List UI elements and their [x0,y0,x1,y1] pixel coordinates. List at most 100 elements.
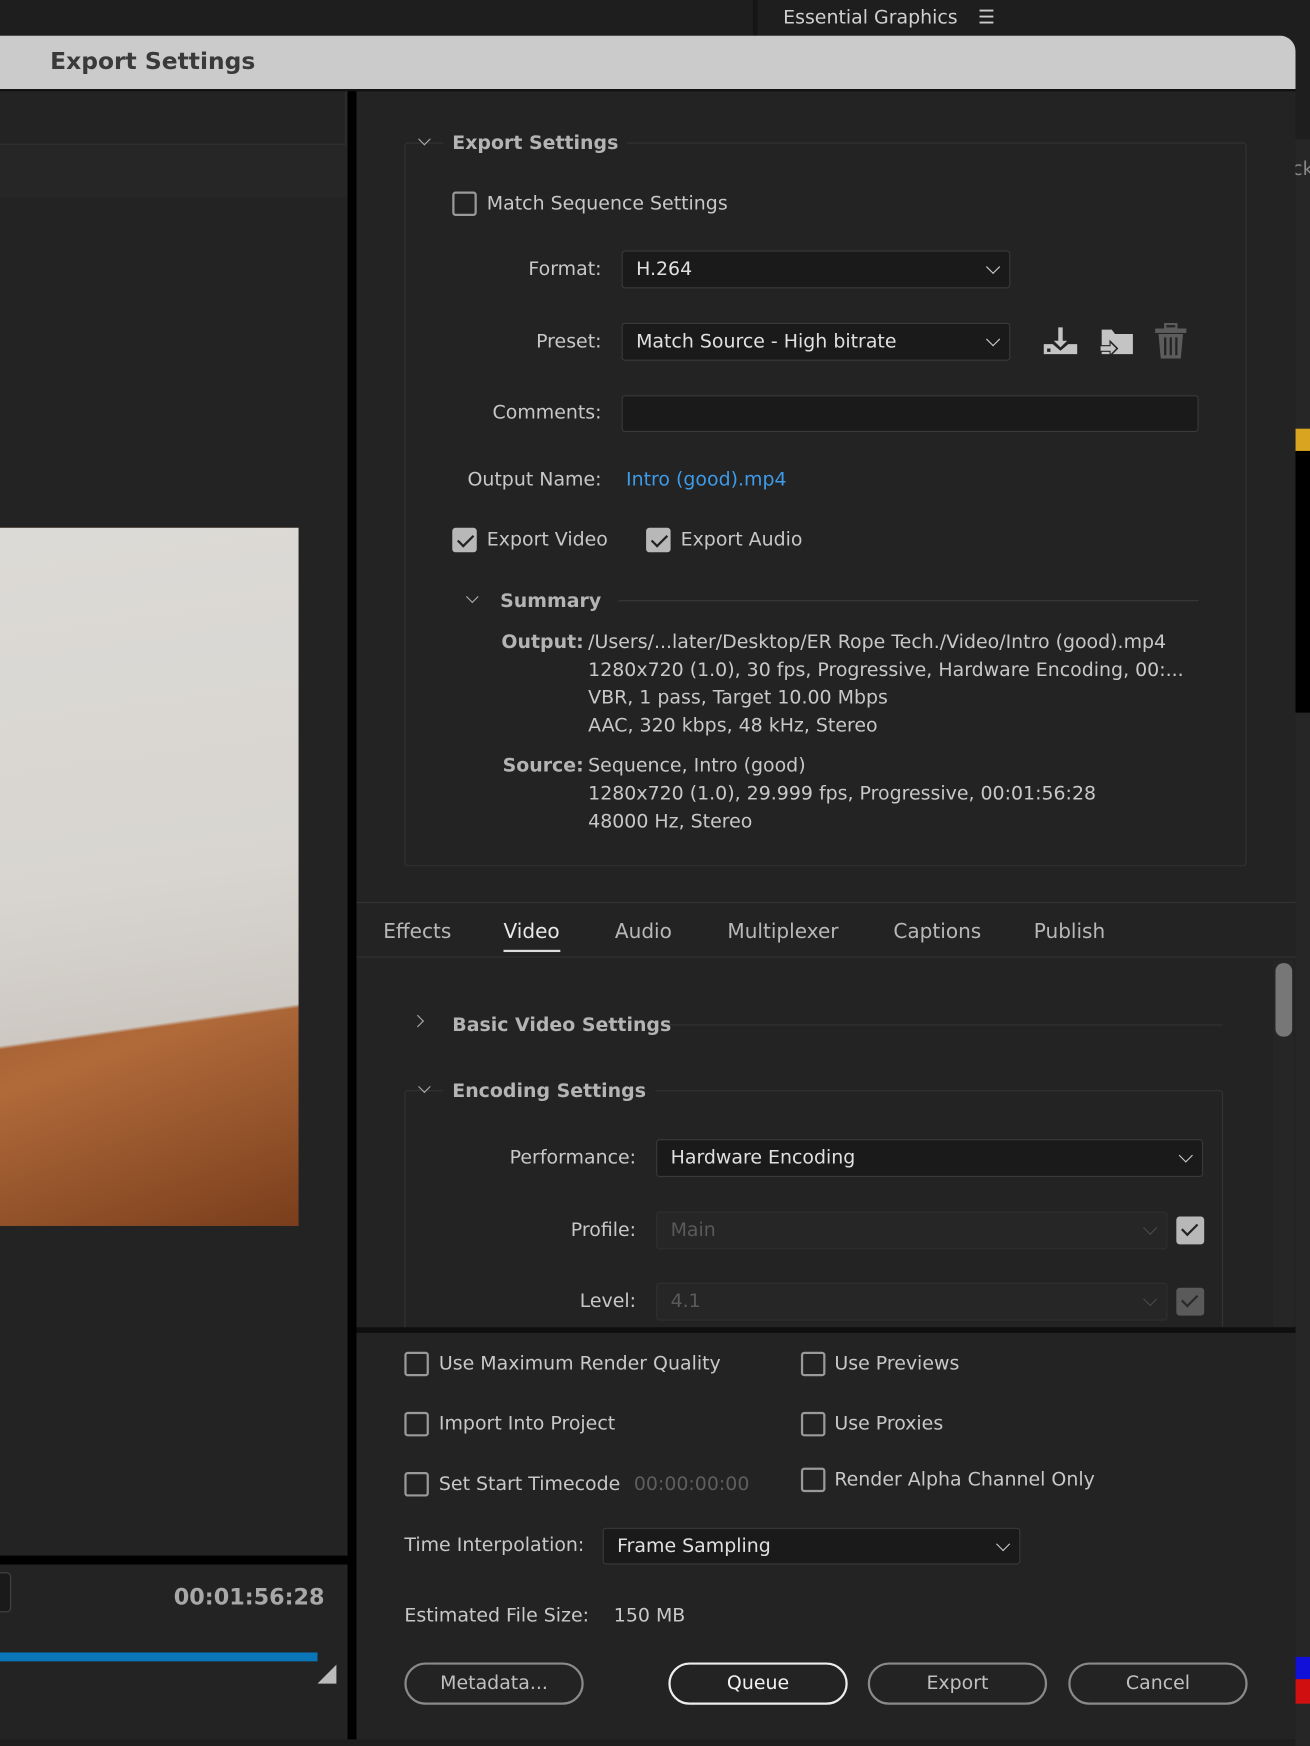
max-render-quality-label[interactable]: Use Maximum Render Quality [439,1353,721,1375]
video-preview-frame [0,527,299,1226]
play-marker-icon[interactable] [0,1572,12,1613]
format-dropdown[interactable]: H.264 [621,250,1011,289]
bg-black-block [1295,450,1310,713]
use-previews-checkbox[interactable] [800,1351,826,1377]
queue-button[interactable]: Queue [668,1662,848,1705]
encoding-settings-header[interactable]: Encoding Settings [443,1080,655,1103]
preview-timecode: 00:01:56:28 [173,1583,325,1611]
summary-output-line: VBR, 1 pass, Target 10.00 Mbps [588,687,888,710]
essential-graphics-title[interactable]: Essential Graphics [783,7,958,29]
export-audio-label[interactable]: Export Audio [681,529,803,551]
tab-multiplexer[interactable]: Multiplexer [727,920,838,943]
level-label: Level: [579,1290,637,1313]
import-into-project-checkbox[interactable] [404,1411,429,1437]
tab-audio[interactable]: Audio [615,920,672,943]
bg-blue-mark [1295,1656,1310,1680]
format-label: Format: [528,258,602,281]
format-value: H.264 [636,258,693,281]
summary-source-label: Source: [502,754,584,778]
level-value: 4.1 [670,1290,701,1313]
render-alpha-checkbox[interactable] [800,1467,826,1493]
scrollbar-thumb[interactable] [1275,963,1293,1037]
use-previews-label[interactable]: Use Previews [834,1353,959,1375]
import-into-project-label[interactable]: Import Into Project [439,1413,615,1435]
max-render-quality-checkbox[interactable] [404,1351,429,1377]
match-sequence-checkbox[interactable] [452,191,477,217]
chevron-down-icon [996,1536,1011,1551]
level-dropdown[interactable]: 4.1 [656,1282,1168,1321]
summary-source-line: 1280x720 (1.0), 29.999 fps, Progressive,… [588,782,1097,806]
profile-checkbox[interactable] [1176,1216,1205,1245]
delete-preset-icon[interactable] [1154,322,1187,361]
summary-source-line: 48000 Hz, Stereo [588,810,753,833]
preview-toolbar [0,144,348,199]
summary-output-line: 1280x720 (1.0), 30 fps, Progressive, Har… [588,659,1184,682]
source-output-tabs[interactable] [0,91,347,145]
file-size-label: Estimated File Size: [404,1604,590,1627]
time-interpolation-label: Time Interpolation: [404,1534,585,1557]
render-alpha-label[interactable]: Render Alpha Channel Only [834,1469,1094,1491]
use-proxies-label[interactable]: Use Proxies [834,1413,943,1435]
export-audio-checkbox[interactable] [646,527,671,553]
timeline-progress-bar[interactable] [0,1652,318,1662]
preset-dropdown[interactable]: Match Source - High bitrate [621,322,1011,361]
preview-divider [0,1555,348,1565]
summary-output-line: /Users/...later/Desktop/ER Rope Tech./Vi… [588,631,1167,654]
basic-video-header[interactable]: Basic Video Settings [452,1014,671,1036]
chevron-down-icon [1143,1292,1158,1307]
save-preset-icon[interactable] [1043,325,1079,358]
file-size-value: 150 MB [613,1604,686,1627]
profile-dropdown[interactable]: Main [656,1211,1168,1250]
chevron-down-icon [1178,1148,1193,1163]
bg-yellow-mark [1295,428,1310,451]
preview-panel: 00:01:56:28 [0,91,348,1740]
export-video-label[interactable]: Export Video [487,529,608,551]
hamburger-icon[interactable]: ☰ [978,7,995,29]
tab-publish[interactable]: Publish [1034,920,1105,943]
bg-right-strip [1295,139,1310,1746]
export-video-checkbox[interactable] [452,527,477,553]
comments-input[interactable] [621,395,1199,433]
chevron-down-icon [1143,1220,1158,1235]
comments-label: Comments: [492,401,602,425]
performance-value: Hardware Encoding [670,1146,856,1170]
tab-effects[interactable]: Effects [383,920,451,943]
summary-header[interactable]: Summary [500,590,601,612]
summary-divider [618,600,1199,602]
bg-panel-divider [753,0,758,36]
output-name-link[interactable]: Intro (good).mp4 [626,469,787,491]
import-preset-icon[interactable] [1098,325,1136,361]
panel-divider[interactable] [347,91,357,1740]
export-button[interactable]: Export [867,1662,1048,1705]
set-start-timecode-checkbox[interactable] [404,1472,429,1497]
dialog-title: Export Settings [50,47,256,75]
preset-label: Preset: [536,330,602,353]
active-tab-underline [503,949,561,953]
match-sequence-label[interactable]: Match Sequence Settings [487,193,728,215]
tab-captions[interactable]: Captions [893,920,981,943]
cancel-button[interactable]: Cancel [1068,1662,1248,1705]
time-interpolation-dropdown[interactable]: Frame Sampling [602,1527,1021,1565]
profile-label: Profile: [570,1219,637,1242]
use-proxies-checkbox[interactable] [800,1411,826,1437]
output-name-label: Output Name: [467,468,602,492]
set-start-timecode-label[interactable]: Set Start Timecode [439,1473,620,1495]
profile-value: Main [670,1219,716,1242]
basic-video-divider [668,1024,1224,1026]
chevron-down-icon [985,259,1001,275]
preset-value: Match Source - High bitrate [636,330,897,353]
chevron-down-icon [985,332,1001,347]
summary-output-label: Output: [501,631,584,654]
start-timecode-value[interactable]: 00:00:00:00 [634,1473,750,1495]
level-checkbox[interactable] [1176,1287,1205,1316]
summary-source-line: Sequence, Intro (good) [588,754,806,778]
performance-dropdown[interactable]: Hardware Encoding [656,1139,1204,1177]
summary-output-line: AAC, 320 kbps, 48 kHz, Stereo [588,714,878,738]
metadata-button[interactable]: Metadata... [404,1662,584,1705]
export-settings-header[interactable]: Export Settings [443,132,628,155]
time-interpolation-value: Frame Sampling [617,1534,771,1558]
performance-label: Performance: [509,1146,637,1170]
bg-red-mark [1295,1679,1310,1704]
out-point-handle[interactable] [317,1664,337,1684]
tab-video[interactable]: Video [504,920,560,943]
